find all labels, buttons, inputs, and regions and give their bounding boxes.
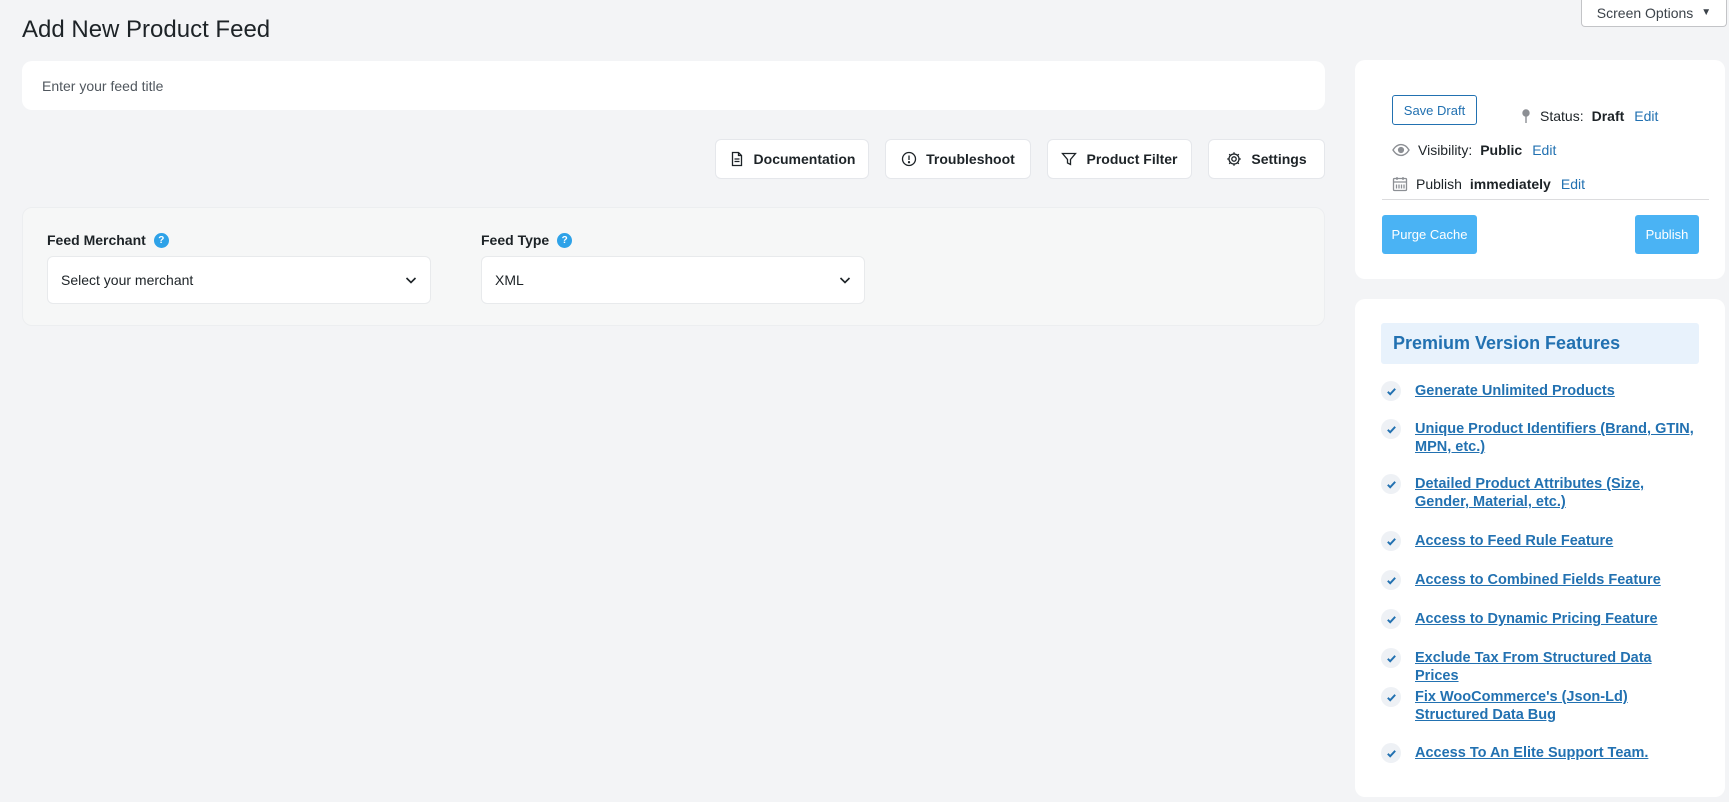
- troubleshoot-button[interactable]: Troubleshoot: [885, 139, 1031, 179]
- documentation-label: Documentation: [753, 151, 856, 167]
- feed-title-box: [22, 61, 1325, 110]
- feed-merchant-label: Feed Merchant ?: [47, 232, 169, 248]
- publish-schedule-row: Publish immediately Edit: [1392, 176, 1585, 192]
- premium-feature-item: Exclude Tax From Structured Data Prices: [1381, 648, 1699, 685]
- pin-icon: [1522, 109, 1530, 123]
- check-icon: [1381, 474, 1401, 494]
- eye-icon: [1392, 143, 1410, 157]
- settings-label: Settings: [1251, 151, 1307, 167]
- help-icon[interactable]: ?: [557, 232, 573, 248]
- check-icon: [1381, 381, 1401, 401]
- visibility-label: Visibility:: [1418, 142, 1473, 158]
- feed-config-panel: Feed Merchant ? Select your merchant Fee…: [22, 207, 1325, 326]
- premium-feature-link[interactable]: Unique Product Identifiers (Brand, GTIN,…: [1415, 420, 1699, 456]
- page-title: Add New Product Feed: [22, 16, 271, 43]
- feed-merchant-select[interactable]: Select your merchant: [47, 256, 431, 304]
- premium-feature-link[interactable]: Access to Combined Fields Feature: [1415, 571, 1661, 589]
- troubleshoot-label: Troubleshoot: [926, 151, 1015, 167]
- check-icon: [1381, 609, 1401, 629]
- save-draft-button[interactable]: Save Draft: [1392, 95, 1477, 125]
- screen-options-label: Screen Options: [1596, 4, 1694, 21]
- edit-status-link[interactable]: Edit: [1634, 108, 1658, 124]
- publish-button[interactable]: Publish: [1635, 215, 1699, 254]
- settings-button[interactable]: Settings: [1208, 139, 1325, 179]
- product-filter-label: Product Filter: [1086, 151, 1178, 167]
- feed-merchant-label-text: Feed Merchant: [47, 232, 146, 248]
- premium-feature-link[interactable]: Access to Dynamic Pricing Feature: [1415, 610, 1658, 628]
- publish-box: Save Draft Status: Draft Edit Visibility…: [1355, 60, 1725, 279]
- premium-feature-link[interactable]: Fix WooCommerce's (Json-Ld) Structured D…: [1415, 688, 1699, 724]
- calendar-icon: [1392, 177, 1408, 192]
- divider: [1382, 199, 1709, 200]
- visibility-row: Visibility: Public Edit: [1392, 142, 1556, 158]
- premium-feature-item: Detailed Product Attributes (Size, Gende…: [1381, 474, 1699, 511]
- help-icon[interactable]: ?: [153, 232, 169, 248]
- premium-feature-link[interactable]: Access To An Elite Support Team.: [1415, 744, 1648, 762]
- publish-when: immediately: [1469, 176, 1551, 192]
- visibility-value: Public: [1480, 142, 1523, 158]
- product-filter-button[interactable]: Product Filter: [1047, 139, 1192, 179]
- filter-icon: [1061, 152, 1078, 166]
- chevron-down-icon: [405, 277, 417, 284]
- premium-features-box: Premium Version Features Generate Unlimi…: [1355, 299, 1725, 797]
- feed-type-label: Feed Type ?: [481, 232, 573, 248]
- premium-feature-item: Generate Unlimited Products: [1381, 381, 1699, 401]
- premium-feature-link[interactable]: Access to Feed Rule Feature: [1415, 532, 1613, 550]
- premium-feature-item: Fix WooCommerce's (Json-Ld) Structured D…: [1381, 687, 1699, 724]
- status-label: Status:: [1540, 108, 1584, 124]
- premium-feature-item: Unique Product Identifiers (Brand, GTIN,…: [1381, 419, 1699, 456]
- caret-down-icon: ▼: [1701, 7, 1712, 18]
- premium-feature-link[interactable]: Detailed Product Attributes (Size, Gende…: [1415, 475, 1699, 511]
- feed-title-input[interactable]: [22, 61, 1325, 110]
- check-icon: [1381, 531, 1401, 551]
- edit-visibility-link[interactable]: Edit: [1532, 142, 1556, 158]
- gear-icon: [1227, 152, 1242, 166]
- premium-heading: Premium Version Features: [1381, 323, 1699, 364]
- document-icon: [731, 151, 742, 167]
- check-icon: [1381, 570, 1401, 590]
- premium-feature-item: Access to Combined Fields Feature: [1381, 570, 1699, 590]
- feed-merchant-value: Select your merchant: [61, 272, 194, 288]
- feed-type-label-text: Feed Type: [481, 232, 550, 248]
- check-icon: [1381, 419, 1401, 439]
- status-value: Draft: [1591, 108, 1625, 124]
- status-row: Status: Draft Edit: [1520, 108, 1658, 124]
- alert-circle-icon: [902, 151, 917, 167]
- check-icon: [1381, 648, 1401, 668]
- feed-type-select[interactable]: XML: [481, 256, 865, 304]
- premium-feature-item: Access to Dynamic Pricing Feature: [1381, 609, 1699, 629]
- premium-feature-item: Access to Feed Rule Feature: [1381, 531, 1699, 551]
- documentation-button[interactable]: Documentation: [715, 139, 869, 179]
- publish-label: Publish: [1416, 176, 1462, 192]
- chevron-down-icon: [839, 277, 851, 284]
- purge-cache-button[interactable]: Purge Cache: [1382, 215, 1477, 254]
- edit-publish-link[interactable]: Edit: [1561, 176, 1585, 192]
- feed-type-value: XML: [495, 272, 524, 288]
- check-icon: [1381, 687, 1401, 707]
- screen-options-button[interactable]: Screen Options ▼: [1581, 0, 1727, 27]
- premium-feature-link[interactable]: Exclude Tax From Structured Data Prices: [1415, 649, 1699, 685]
- premium-feature-link[interactable]: Generate Unlimited Products: [1415, 382, 1615, 400]
- check-icon: [1381, 743, 1401, 763]
- premium-feature-item: Access To An Elite Support Team.: [1381, 743, 1699, 763]
